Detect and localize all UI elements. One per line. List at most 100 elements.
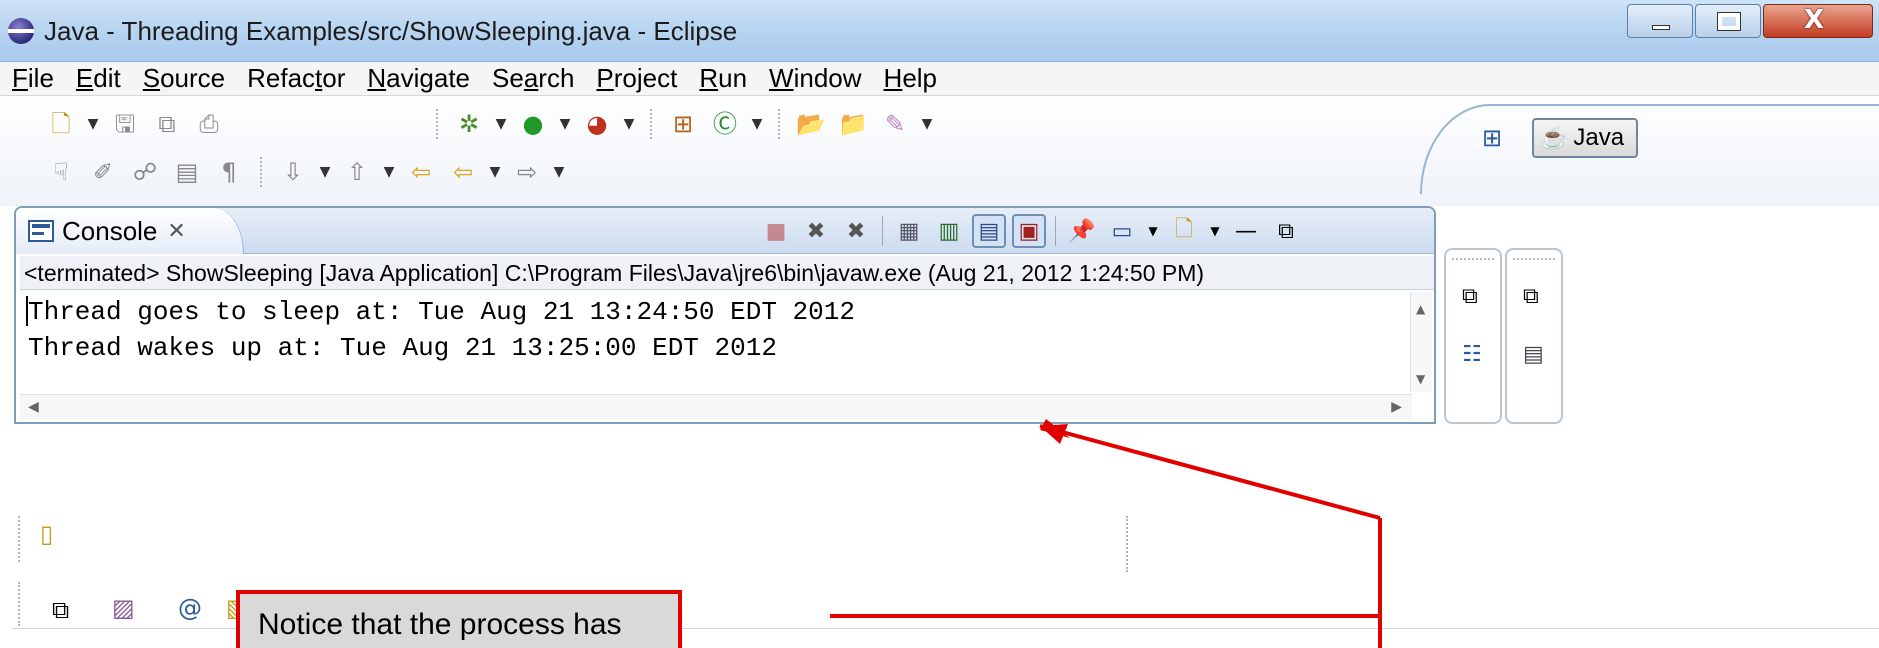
menu-window[interactable]: Window [757,63,871,94]
toolbar-separator [436,109,438,139]
print-icon[interactable]: ⎙ [192,108,226,140]
minimize-view-icon[interactable]: — [1229,214,1263,248]
restore-icon[interactable]: ⧉ [1462,284,1478,309]
show-when-stdout-icon[interactable]: ▤ [972,214,1006,248]
minimize-button[interactable] [1627,4,1693,38]
maximize-button[interactable] [1695,4,1761,38]
console-toolbar: ■ ✖ ✖ ▦ ▥ ▤ ▣ 📌 ▭ ▼ 🗋 ▼ — ⧉ [756,212,1306,250]
debug-icon[interactable]: ✲ [452,108,486,140]
new-java-package-icon[interactable]: ⊞ [666,108,700,140]
process-status-line: <terminated> ShowSleeping [Java Applicat… [20,256,1434,290]
toggle-breadcrumb-icon[interactable]: ✐ [86,156,120,188]
console-output-line: Thread goes to sleep at: Tue Aug 21 13:2… [28,297,855,327]
restore-icon[interactable]: ⧉ [52,596,69,624]
console-output-line: Thread wakes up at: Tue Aug 21 13:25:00 … [28,333,777,363]
open-type-icon[interactable]: 📂 [794,108,828,140]
pilcrow-icon[interactable]: ¶ [212,156,246,188]
forward-icon[interactable]: ⇨ [510,156,544,188]
debug-dropdown-icon[interactable]: ▼ [492,108,510,140]
open-console-dropdown-icon[interactable]: ▼ [1207,214,1223,248]
show-when-stderr-icon[interactable]: ▣ [1012,214,1046,248]
outline-icon[interactable]: ☷ [1462,342,1482,367]
close-icon: X [1804,5,1825,35]
scroll-lock-icon[interactable]: ▥ [932,214,966,248]
search-icon[interactable]: ✎ [878,108,912,140]
scroll-up-icon[interactable]: ▲ [1416,302,1425,316]
java-perspective-label: Java [1573,124,1625,151]
previous-annotation-dropdown-icon[interactable]: ▼ [380,156,398,188]
remove-launch-icon[interactable]: ✖ [799,214,833,248]
menu-search[interactable]: Search [480,63,584,94]
java-perspective-button[interactable]: ☕ Java [1532,118,1639,158]
tab-console[interactable]: Console ✕ [16,208,244,254]
save-icon[interactable]: 🖫 [108,108,142,140]
next-annotation-icon[interactable]: ⇩ [276,156,310,188]
toolbar-row-2: ☟ ✐ ☍ ▤ ¶ ⇩ ▼ ⇧ ▼ ⇦ ⇦ ▼ ⇨ ▼ [40,152,570,192]
back-icon[interactable]: ⇦ [446,156,480,188]
show-whitespace-icon[interactable]: ▤ [170,156,204,188]
console-output[interactable]: Thread goes to sleep at: Tue Aug 21 13:2… [20,292,1412,392]
previous-annotation-icon[interactable]: ⇧ [340,156,374,188]
horizontal-scrollbar[interactable]: ◀ ▶ [20,394,1412,420]
clear-console-icon[interactable]: ▦ [892,214,926,248]
menu-run[interactable]: Run [687,63,757,94]
menu-edit[interactable]: Edit [64,63,131,94]
menu-refactor[interactable]: Refactor [235,63,355,94]
back-dropdown-icon[interactable]: ▼ [486,156,504,188]
problems-icon[interactable]: ▨ [112,594,135,622]
maximize-icon [1717,12,1741,31]
stack-handle[interactable] [1452,258,1494,260]
toolbar-row-1: 🗋 ▼ 🖫 ⧉ ⎙ ✲ ▼ ● ▼ ◕ ▼ ⊞ Ⓒ ▼ 📂 📁 ✎ ▼ [40,104,938,144]
javadoc-icon[interactable]: @ [178,594,202,622]
next-annotation-dropdown-icon[interactable]: ▼ [316,156,334,188]
scroll-left-icon[interactable]: ◀ [28,399,39,415]
last-edit-location-icon[interactable]: ⇦ [404,156,438,188]
new-java-class-icon[interactable]: Ⓒ [708,108,742,140]
run-dropdown-icon[interactable]: ▼ [556,108,574,140]
open-perspective-icon[interactable]: ⊞ [1482,124,1502,152]
open-resource-icon[interactable]: 📁 [836,108,870,140]
terminate-icon[interactable]: ■ [759,214,793,248]
menu-project[interactable]: Project [584,63,687,94]
menu-source[interactable]: Source [131,63,235,94]
task-list-icon[interactable]: ▤ [1523,342,1544,367]
maximize-view-icon[interactable]: ⧉ [1269,214,1303,248]
restore-icon[interactable]: ⧉ [1523,284,1539,309]
toggle-mark-occurrences-icon[interactable]: ☟ [44,156,78,188]
pin-console-icon[interactable]: 📌 [1065,214,1099,248]
display-console-icon[interactable]: ▭ [1105,214,1139,248]
scroll-down-icon[interactable]: ▼ [1416,372,1425,386]
stack-handle[interactable] [1513,258,1555,260]
toggle-block-selection-icon[interactable]: ☍ [128,156,162,188]
new-class-dropdown-icon[interactable]: ▼ [748,108,766,140]
menu-help[interactable]: Help [872,63,947,94]
main-toolbar: 🗋 ▼ 🖫 ⧉ ⎙ ✲ ▼ ● ▼ ◕ ▼ ⊞ Ⓒ ▼ 📂 📁 ✎ ▼ ☟ ✐ … [0,96,1879,206]
menu-bar: File Edit Source Refactor Navigate Searc… [0,62,1879,96]
console-view-header: Console ✕ ■ ✖ ✖ ▦ ▥ ▤ ▣ 📌 ▭ ▼ 🗋 ▼ — ⧉ [16,208,1434,254]
toolbar-separator [1055,216,1056,246]
vertical-scrollbar[interactable]: ▲ ▼ [1410,292,1432,392]
menu-file[interactable]: File [0,63,64,94]
external-tools-icon[interactable]: ◕ [580,108,614,140]
display-console-dropdown-icon[interactable]: ▼ [1145,214,1161,248]
console-view: Console ✕ ■ ✖ ✖ ▦ ▥ ▤ ▣ 📌 ▭ ▼ 🗋 ▼ — ⧉ <t… [14,206,1436,424]
new-icon[interactable]: 🗋 [44,108,78,140]
open-console-icon[interactable]: 🗋 [1167,214,1201,248]
menu-navigate[interactable]: Navigate [355,63,480,94]
new-view-icon[interactable]: ▯ [40,520,53,548]
close-button[interactable]: X [1763,4,1873,38]
annotation-callout: Notice that the process has [236,590,682,648]
new-dropdown-icon[interactable]: ▼ [84,108,102,140]
scroll-right-icon[interactable]: ▶ [1391,399,1402,415]
forward-dropdown-icon[interactable]: ▼ [550,156,568,188]
toolbar-separator [778,109,780,139]
run-icon[interactable]: ● [516,108,550,140]
close-tab-icon[interactable]: ✕ [167,218,185,244]
save-all-icon[interactable]: ⧉ [150,108,184,140]
minimized-stack-left: ⧉ ☷ [1444,248,1502,424]
search-dropdown-icon[interactable]: ▼ [918,108,936,140]
remove-all-terminated-icon[interactable]: ✖ [839,214,873,248]
annotation-connector [1039,424,1381,520]
window-controls: X [1625,4,1873,38]
external-tools-dropdown-icon[interactable]: ▼ [620,108,638,140]
